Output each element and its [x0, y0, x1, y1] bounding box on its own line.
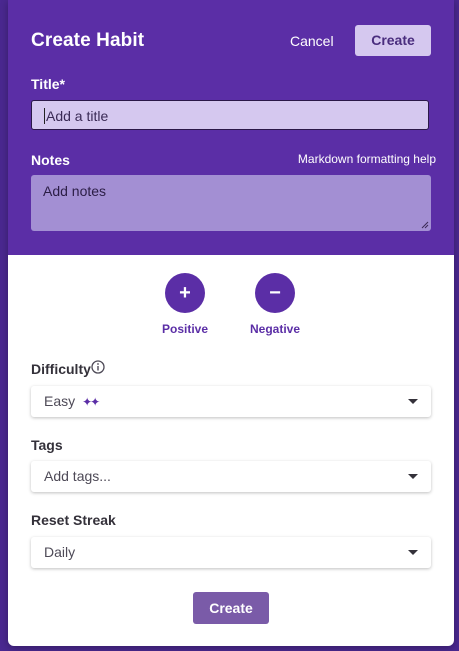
dropdown-arrow-icon	[408, 550, 418, 555]
resize-grip-icon[interactable]	[421, 221, 429, 229]
modal-header: Create Habit Cancel Create Title* Add a …	[8, 0, 454, 255]
title-input[interactable]: Add a title	[31, 100, 429, 130]
reset-streak-select[interactable]: Daily	[31, 537, 431, 568]
reset-streak-label: Reset Streak	[31, 512, 116, 528]
dropdown-arrow-icon	[408, 474, 418, 479]
difficulty-select[interactable]: Easy ✦✦	[31, 386, 431, 417]
minus-icon: −	[269, 282, 281, 304]
create-habit-modal: Create Habit Cancel Create Title* Add a …	[8, 0, 454, 646]
difficulty-value: Easy	[44, 393, 76, 409]
positive-button[interactable]: +	[165, 273, 205, 313]
plus-icon: +	[179, 282, 191, 304]
title-label: Title*	[31, 76, 65, 92]
negative-button[interactable]: −	[255, 273, 295, 313]
notes-textarea[interactable]: Add notes	[31, 175, 431, 231]
notes-placeholder: Add notes	[43, 183, 107, 199]
difficulty-label: Difficulty	[31, 361, 91, 377]
create-button-bottom[interactable]: Create	[193, 592, 269, 624]
sparkle-icon: ✦✦	[82, 395, 100, 409]
tags-select[interactable]: Add tags...	[31, 461, 431, 492]
cancel-button[interactable]: Cancel	[290, 30, 334, 52]
tags-label: Tags	[31, 437, 63, 453]
notes-label: Notes	[31, 152, 70, 168]
modal-title: Create Habit	[31, 30, 145, 51]
tags-placeholder: Add tags...	[44, 468, 111, 484]
info-icon[interactable]	[91, 360, 105, 374]
create-button-top[interactable]: Create	[355, 25, 431, 56]
reset-streak-value: Daily	[44, 544, 76, 560]
title-input-placeholder: Add a title	[46, 108, 109, 124]
dropdown-arrow-icon	[408, 399, 418, 404]
negative-label: Negative	[249, 322, 301, 336]
positive-label: Positive	[161, 322, 209, 336]
markdown-help-link[interactable]: Markdown formatting help	[298, 152, 436, 166]
text-caret	[44, 108, 45, 124]
